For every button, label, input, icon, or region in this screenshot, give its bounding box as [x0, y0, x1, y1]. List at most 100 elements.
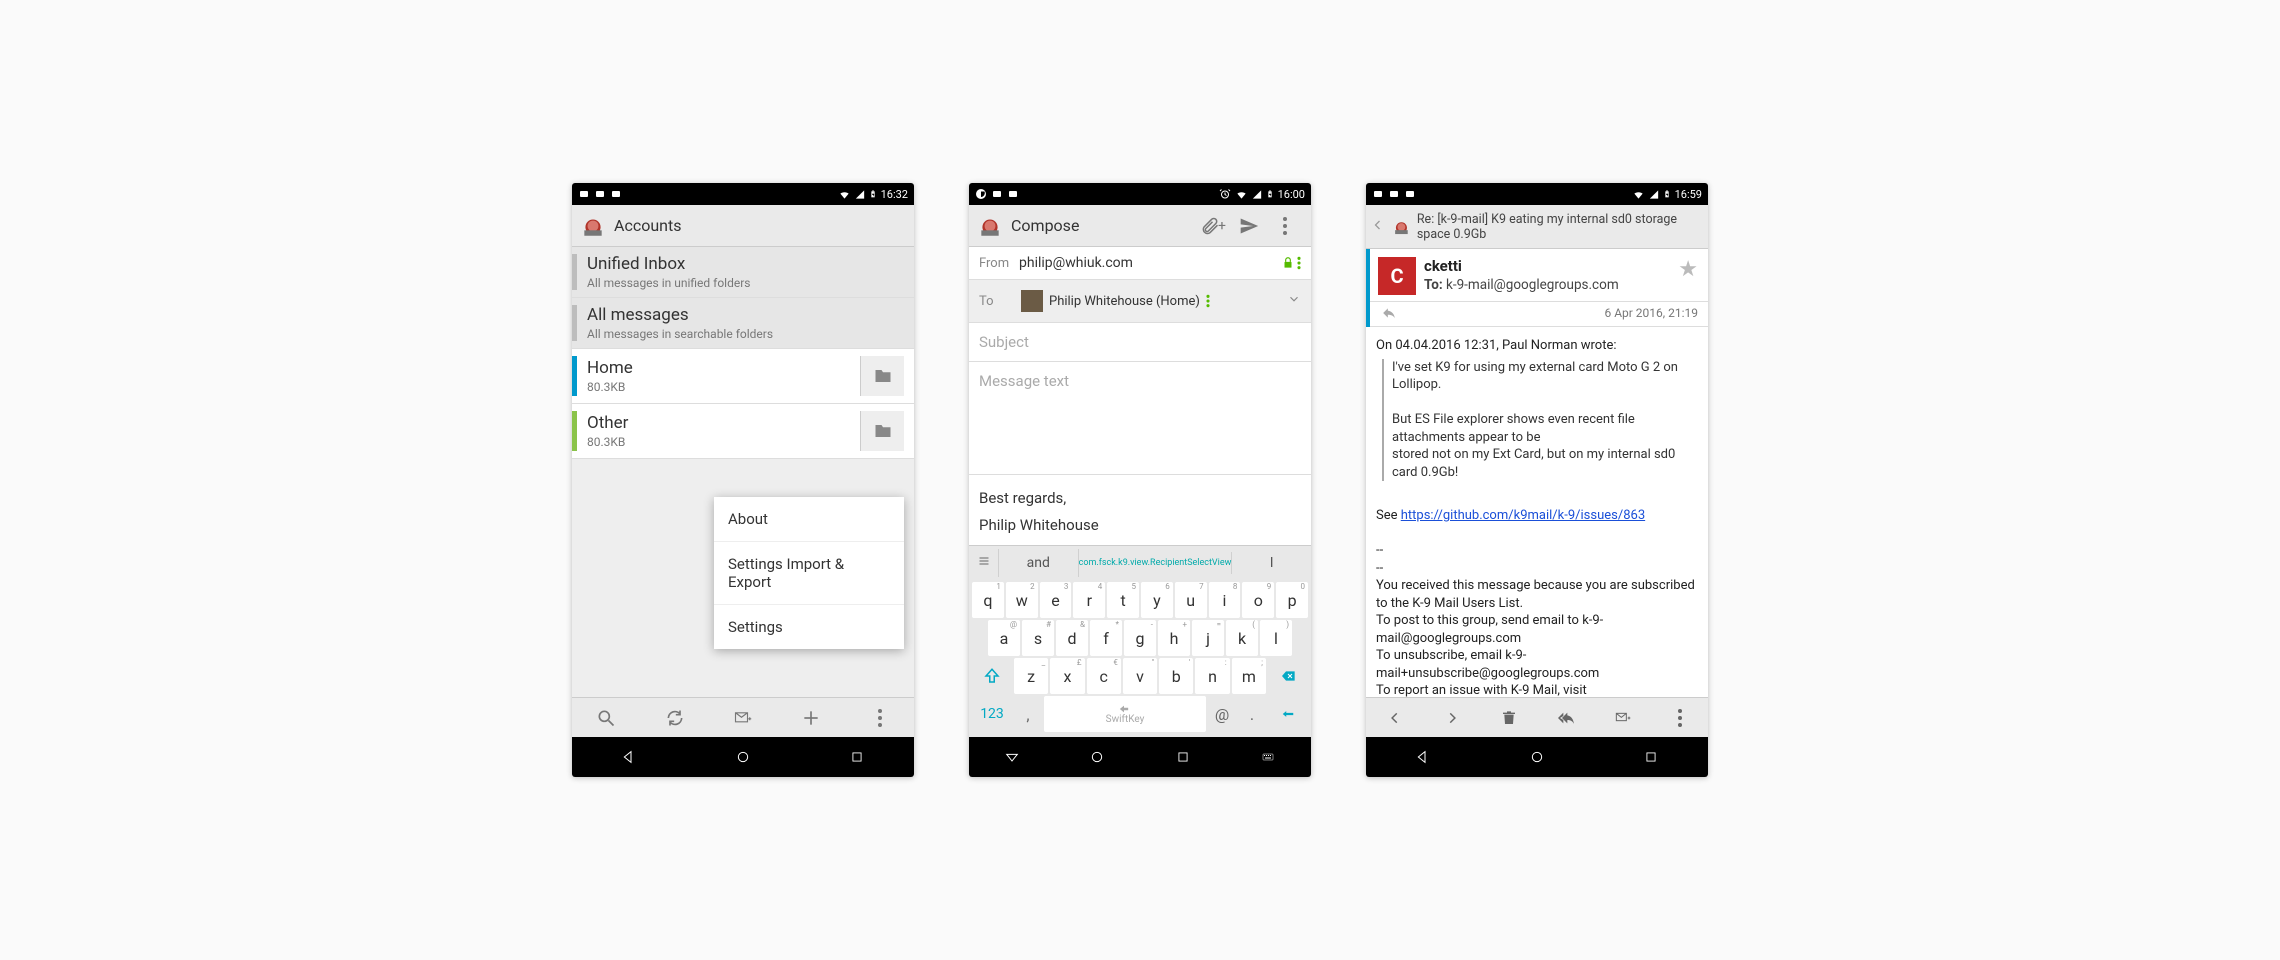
subject-input[interactable]: Subject: [969, 323, 1311, 362]
key-n[interactable]: n:: [1195, 658, 1229, 694]
attach-button[interactable]: +: [1195, 208, 1231, 244]
wifi-icon: [1632, 189, 1645, 200]
menu-settings[interactable]: Settings: [714, 605, 904, 649]
enter-key[interactable]: [1268, 696, 1308, 732]
crypto-indicator[interactable]: [1281, 256, 1301, 270]
key-w[interactable]: w2: [1006, 582, 1038, 618]
overflow-button[interactable]: [860, 698, 900, 738]
key-h[interactable]: h+: [1158, 620, 1190, 656]
chevron-left-icon: [1372, 216, 1384, 234]
prev-message-button[interactable]: [1375, 698, 1415, 738]
reply-all-button[interactable]: [1546, 698, 1586, 738]
key-s[interactable]: s#: [1022, 620, 1054, 656]
key-a[interactable]: a@: [988, 620, 1020, 656]
key-k[interactable]: k(: [1226, 620, 1258, 656]
comma-key[interactable]: ,: [1014, 696, 1042, 732]
key-g[interactable]: g-: [1124, 620, 1156, 656]
account-other-item[interactable]: Other 80.3KB: [572, 404, 914, 459]
folder-button[interactable]: [860, 411, 904, 451]
hamburger-key[interactable]: [969, 549, 999, 577]
nav-back[interactable]: [992, 737, 1032, 777]
nav-home[interactable]: [723, 737, 763, 777]
expand-recipients[interactable]: [1287, 292, 1301, 310]
nav-keyboard[interactable]: [1248, 737, 1288, 777]
key-p[interactable]: p0: [1276, 582, 1308, 618]
key-f[interactable]: f*: [1090, 620, 1122, 656]
key-i[interactable]: i8: [1209, 582, 1241, 618]
message-body[interactable]: On 04.04.2016 12:31, Paul Norman wrote: …: [1366, 327, 1708, 697]
delete-button[interactable]: [1489, 698, 1529, 738]
nav-back[interactable]: [609, 737, 649, 777]
compose-button[interactable]: [723, 698, 763, 738]
key-d[interactable]: d&: [1056, 620, 1088, 656]
back-button[interactable]: [1372, 216, 1384, 238]
nav-home[interactable]: [1077, 737, 1117, 777]
item-subtitle: All messages in unified folders: [587, 276, 904, 290]
recipient-chip[interactable]: Philip Whitehouse (Home): [1019, 288, 1216, 314]
shift-key[interactable]: [972, 658, 1012, 694]
key-x[interactable]: x£: [1050, 658, 1084, 694]
key-m[interactable]: m;: [1232, 658, 1266, 694]
suggestion[interactable]: and: [999, 549, 1079, 577]
key-q[interactable]: q1: [972, 582, 1004, 618]
key-j[interactable]: j=: [1192, 620, 1224, 656]
nav-recent[interactable]: [1163, 737, 1203, 777]
body-line: You received this message because you ar…: [1376, 577, 1698, 612]
send-button[interactable]: [1231, 208, 1267, 244]
to-row[interactable]: To Philip Whitehouse (Home): [969, 280, 1311, 323]
suggestion[interactable]: I: [1232, 549, 1311, 577]
key-e[interactable]: e3: [1040, 582, 1072, 618]
key-t[interactable]: t5: [1107, 582, 1139, 618]
backspace-key[interactable]: [1268, 658, 1308, 694]
suggestion[interactable]: com.fsck.k9.view.RecipientSelectView: [1079, 552, 1233, 574]
add-button[interactable]: [791, 698, 831, 738]
search-button[interactable]: [586, 698, 626, 738]
app-bar: Re: [k-9-mail] K9 eating my internal sd0…: [1366, 205, 1708, 249]
key-o[interactable]: o9: [1242, 582, 1274, 618]
app-bar: Compose +: [969, 205, 1311, 247]
status-time: 16:32: [881, 188, 908, 201]
nav-back[interactable]: [1403, 737, 1443, 777]
nav-recent[interactable]: [1631, 737, 1671, 777]
nav-recent[interactable]: [837, 737, 877, 777]
key-u[interactable]: u7: [1175, 582, 1207, 618]
to-value: k-9-mail@googlegroups.com: [1446, 277, 1619, 293]
unified-inbox-item[interactable]: Unified Inbox All messages in unified fo…: [572, 247, 914, 298]
system-nav-bar: [969, 737, 1311, 777]
period-key[interactable]: .: [1238, 696, 1266, 732]
folder-button[interactable]: [860, 356, 904, 396]
swiftkey-icon: [1119, 704, 1129, 714]
overflow-button[interactable]: [1660, 698, 1700, 738]
key-l[interactable]: l): [1260, 620, 1292, 656]
key-v[interactable]: v": [1123, 658, 1157, 694]
refresh-button[interactable]: [655, 698, 695, 738]
star-button[interactable]: ★: [1678, 257, 1698, 295]
accounts-screen: 16:32 Accounts Unified Inbox All message…: [572, 183, 914, 777]
body-line: To report an issue with K-9 Mail, visit …: [1376, 682, 1698, 697]
overflow-button[interactable]: [1267, 208, 1303, 244]
status-icon: [1372, 188, 1384, 200]
battery-icon: [869, 188, 877, 200]
menu-import-export[interactable]: Settings Import & Export: [714, 542, 904, 605]
menu-about[interactable]: About: [714, 497, 904, 542]
screen-title: Accounts: [614, 216, 906, 235]
key-z[interactable]: z_: [1014, 658, 1048, 694]
spacebar-key[interactable]: SwiftKey: [1044, 696, 1206, 732]
numeric-key[interactable]: 123: [972, 696, 1012, 732]
reply-all-icon: [1555, 710, 1577, 726]
issue-link[interactable]: https://github.com/k9mail/k-9/issues/863: [1401, 508, 1645, 523]
next-message-button[interactable]: [1432, 698, 1472, 738]
message-header[interactable]: C cketti To: k-9-mail@googlegroups.com ★: [1370, 249, 1708, 302]
all-messages-item[interactable]: All messages All messages in searchable …: [572, 298, 914, 349]
to-label: To: [979, 294, 1019, 309]
message-body-input[interactable]: Message text: [969, 362, 1311, 474]
compose-button[interactable]: [1603, 698, 1643, 738]
at-key[interactable]: @: [1208, 696, 1236, 732]
from-row[interactable]: From philip@whiuk.com: [969, 247, 1311, 280]
key-c[interactable]: c€: [1087, 658, 1121, 694]
key-y[interactable]: y6: [1141, 582, 1173, 618]
nav-home[interactable]: [1517, 737, 1557, 777]
account-home-item[interactable]: Home 80.3KB: [572, 349, 914, 404]
key-r[interactable]: r4: [1073, 582, 1105, 618]
key-b[interactable]: b': [1159, 658, 1193, 694]
